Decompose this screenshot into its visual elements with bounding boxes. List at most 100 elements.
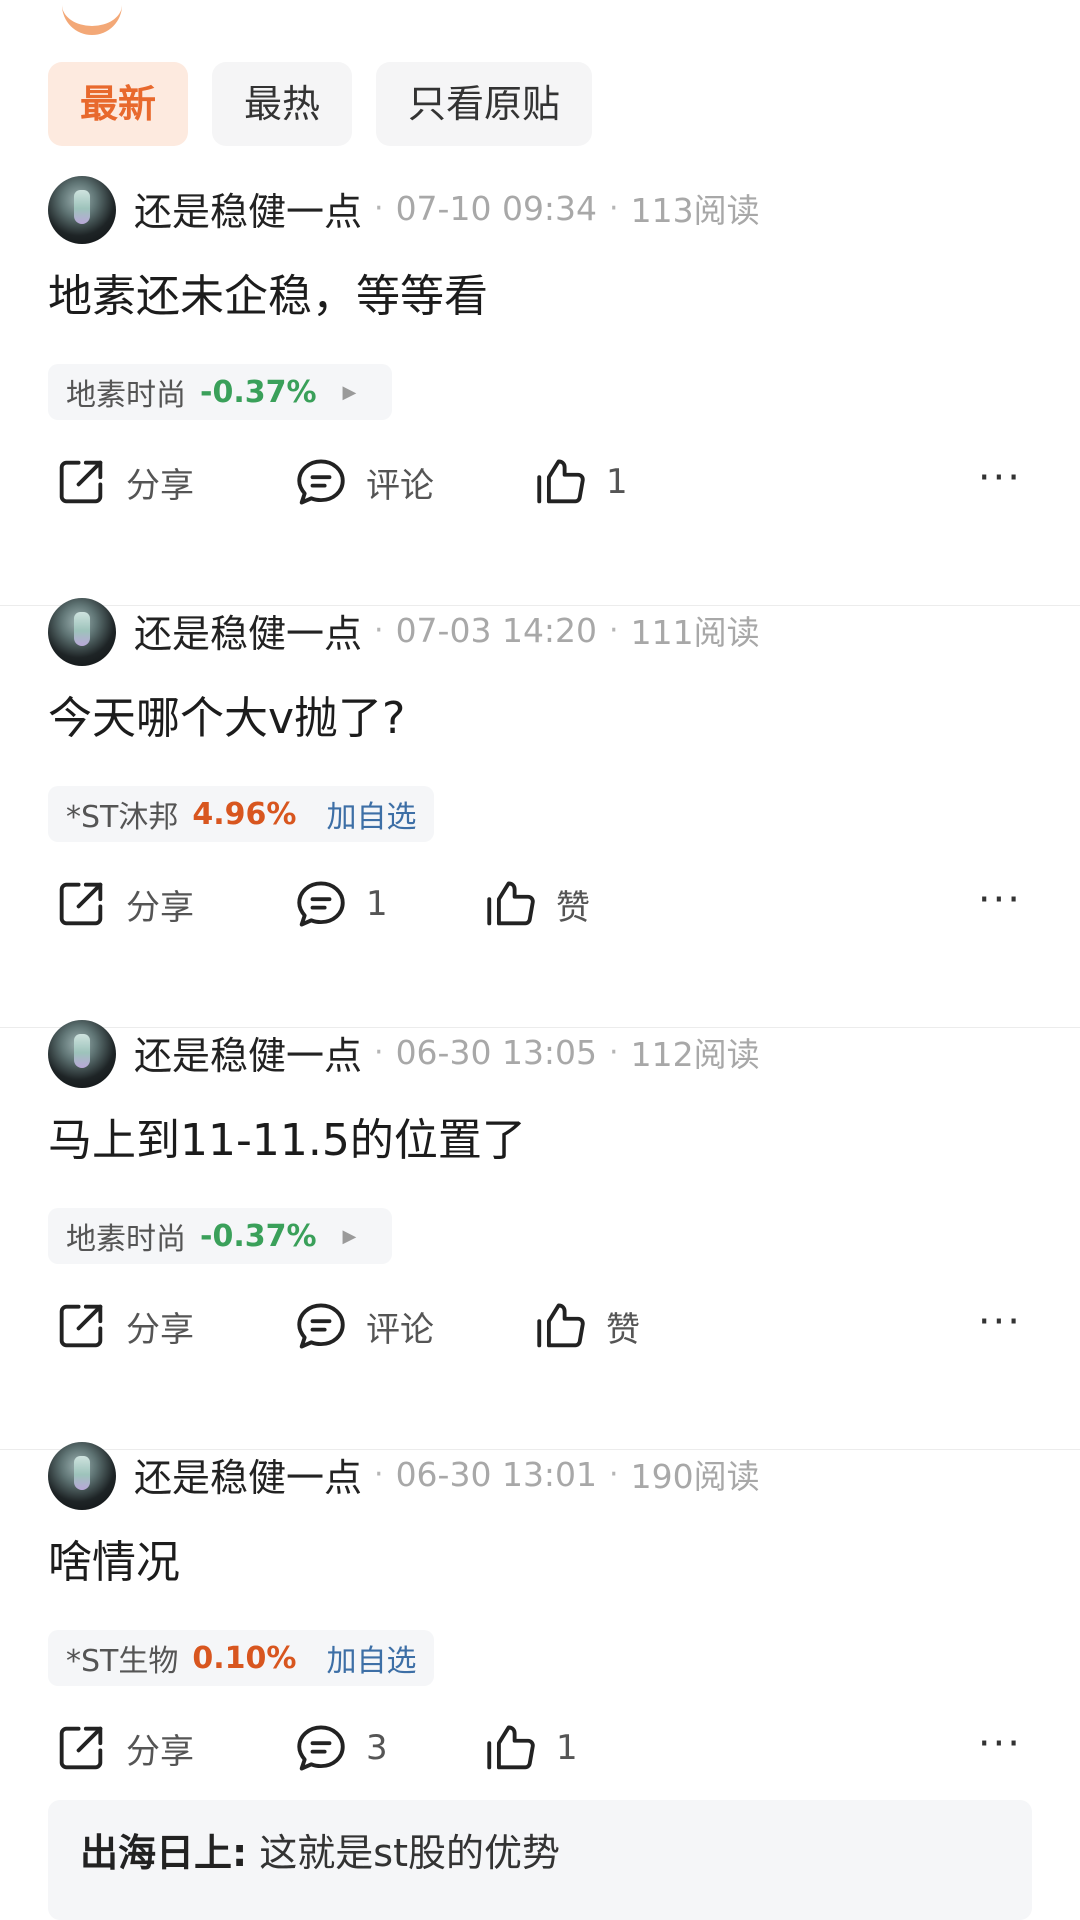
- separator-dot: ·: [609, 1034, 619, 1070]
- stock-name: *ST生物: [66, 1644, 179, 1679]
- post-actions: 分享 3 1 ···: [0, 1716, 1080, 1780]
- sort-tabs: 最新 最热 只看原贴: [48, 62, 593, 146]
- like-label: 赞: [556, 887, 590, 928]
- like-button[interactable]: 赞: [532, 1294, 640, 1358]
- username[interactable]: 还是稳健一点: [134, 1447, 362, 1502]
- share-button[interactable]: 分享: [52, 450, 194, 514]
- thumbs-up-icon: [482, 1719, 540, 1777]
- tab-hottest[interactable]: 最热: [212, 62, 353, 146]
- like-button[interactable]: 1: [482, 1716, 578, 1780]
- comment-count: 1: [366, 884, 388, 924]
- post-meta: 还是稳健一点 · 06-30 13:01 · 190阅读: [134, 1444, 760, 1504]
- thumbs-up-icon: [532, 453, 590, 511]
- share-icon: [52, 1297, 110, 1355]
- comment-icon: [292, 1719, 350, 1777]
- share-button[interactable]: 分享: [52, 872, 194, 936]
- share-icon: [52, 875, 110, 933]
- like-button[interactable]: 1: [532, 450, 628, 514]
- add-to-watchlist-button[interactable]: 加自选: [326, 792, 416, 836]
- comment-icon: [292, 453, 350, 511]
- header-avatar-fragment: [62, 0, 122, 35]
- post-actions: 分享 评论 赞 ···: [0, 1294, 1080, 1358]
- post-meta: 还是稳健一点 · 06-30 13:05 · 112阅读: [134, 1022, 760, 1082]
- comment-button[interactable]: 评论: [292, 450, 434, 514]
- stock-tag[interactable]: *ST沐邦 4.96% 加自选: [48, 786, 435, 842]
- share-button[interactable]: 分享: [52, 1294, 194, 1358]
- share-label: 分享: [126, 1309, 194, 1350]
- play-right-icon: ▶: [342, 381, 357, 403]
- comment-count: 3: [366, 1728, 388, 1768]
- like-label: 1: [606, 462, 628, 502]
- post-actions: 分享 评论 1 ···: [0, 450, 1080, 514]
- post-item[interactable]: 还是稳健一点 · 07-10 09:34 · 113阅读 地素还未企稳，等等看 …: [0, 176, 1080, 606]
- stock-name: *ST沐邦: [66, 800, 179, 835]
- stock-tag[interactable]: 地素时尚 -0.37% ▶: [48, 364, 393, 420]
- like-button[interactable]: 赞: [482, 872, 590, 936]
- username[interactable]: 还是稳健一点: [134, 181, 362, 236]
- post-time: 06-30 13:01: [395, 1454, 598, 1494]
- post-time: 06-30 13:05: [395, 1032, 598, 1072]
- stock-change: -0.37%: [200, 374, 317, 410]
- post-actions: 分享 1 赞 ···: [0, 872, 1080, 936]
- comment-button[interactable]: 评论: [292, 1294, 434, 1358]
- stock-tag[interactable]: *ST生物 0.10% 加自选: [48, 1630, 435, 1686]
- comment-button[interactable]: 3: [292, 1716, 388, 1780]
- comment-icon: [292, 875, 350, 933]
- share-button[interactable]: 分享: [52, 1716, 194, 1780]
- play-right-icon: ▶: [342, 1225, 357, 1247]
- avatar[interactable]: [48, 1442, 116, 1510]
- like-count: 1: [556, 1728, 578, 1768]
- more-icon[interactable]: ···: [978, 1716, 1022, 1780]
- share-label: 分享: [126, 887, 194, 928]
- post-content[interactable]: 马上到11-11.5的位置了: [48, 1104, 526, 1168]
- share-icon: [52, 453, 110, 511]
- avatar[interactable]: [48, 1020, 116, 1088]
- separator-dot: ·: [374, 1456, 384, 1492]
- read-count: 111阅读: [630, 613, 760, 652]
- reply-body: 这就是st股的优势: [259, 1831, 560, 1875]
- separator-dot: ·: [374, 612, 384, 648]
- post-meta: 还是稳健一点 · 07-10 09:34 · 113阅读: [134, 178, 760, 238]
- separator-dot: ·: [609, 1456, 619, 1492]
- tab-original-only[interactable]: 只看原贴: [376, 62, 593, 146]
- stock-name: 地素时尚: [66, 378, 186, 413]
- separator-dot: ·: [609, 190, 619, 226]
- post-content[interactable]: 地素还未企稳，等等看: [48, 260, 488, 324]
- tab-latest[interactable]: 最新: [48, 62, 189, 146]
- separator-dot: ·: [374, 190, 384, 226]
- stock-name: 地素时尚: [66, 1222, 186, 1257]
- thumbs-up-icon: [482, 875, 540, 933]
- post-time: 07-10 09:34: [395, 188, 598, 228]
- stock-change: 4.96%: [192, 796, 297, 832]
- more-icon[interactable]: ···: [978, 450, 1022, 514]
- username[interactable]: 还是稳健一点: [134, 603, 362, 658]
- stock-change: -0.37%: [200, 1218, 317, 1254]
- share-label: 分享: [126, 1731, 194, 1772]
- share-label: 分享: [126, 465, 194, 506]
- comment-button[interactable]: 1: [292, 872, 388, 936]
- more-icon[interactable]: ···: [978, 872, 1022, 936]
- reply-author[interactable]: 出海日上:: [80, 1831, 247, 1875]
- more-icon[interactable]: ···: [978, 1294, 1022, 1358]
- post-time: 07-03 14:20: [395, 610, 598, 650]
- post-content[interactable]: 啥情况: [48, 1526, 180, 1590]
- separator-dot: ·: [374, 1034, 384, 1070]
- comment-label: 评论: [366, 465, 434, 506]
- post-item[interactable]: 还是稳健一点 · 06-30 13:05 · 112阅读 马上到11-11.5的…: [0, 1020, 1080, 1450]
- read-count: 112阅读: [630, 1035, 760, 1074]
- share-icon: [52, 1719, 110, 1777]
- post-content[interactable]: 今天哪个大v抛了?: [48, 682, 405, 746]
- post-meta: 还是稳健一点 · 07-03 14:20 · 111阅读: [134, 600, 760, 660]
- reply-preview[interactable]: 出海日上: 这就是st股的优势: [48, 1800, 1032, 1920]
- avatar[interactable]: [48, 598, 116, 666]
- avatar[interactable]: [48, 176, 116, 244]
- username[interactable]: 还是稳健一点: [134, 1025, 362, 1080]
- stock-tag[interactable]: 地素时尚 -0.37% ▶: [48, 1208, 393, 1264]
- separator-dot: ·: [609, 612, 619, 648]
- stock-change: 0.10%: [192, 1640, 297, 1676]
- reply-text: 出海日上: 这就是st股的优势: [80, 1822, 560, 1877]
- thumbs-up-icon: [532, 1297, 590, 1355]
- add-to-watchlist-button[interactable]: 加自选: [326, 1636, 416, 1680]
- comment-icon: [292, 1297, 350, 1355]
- post-item[interactable]: 还是稳健一点 · 07-03 14:20 · 111阅读 今天哪个大v抛了? *…: [0, 598, 1080, 1028]
